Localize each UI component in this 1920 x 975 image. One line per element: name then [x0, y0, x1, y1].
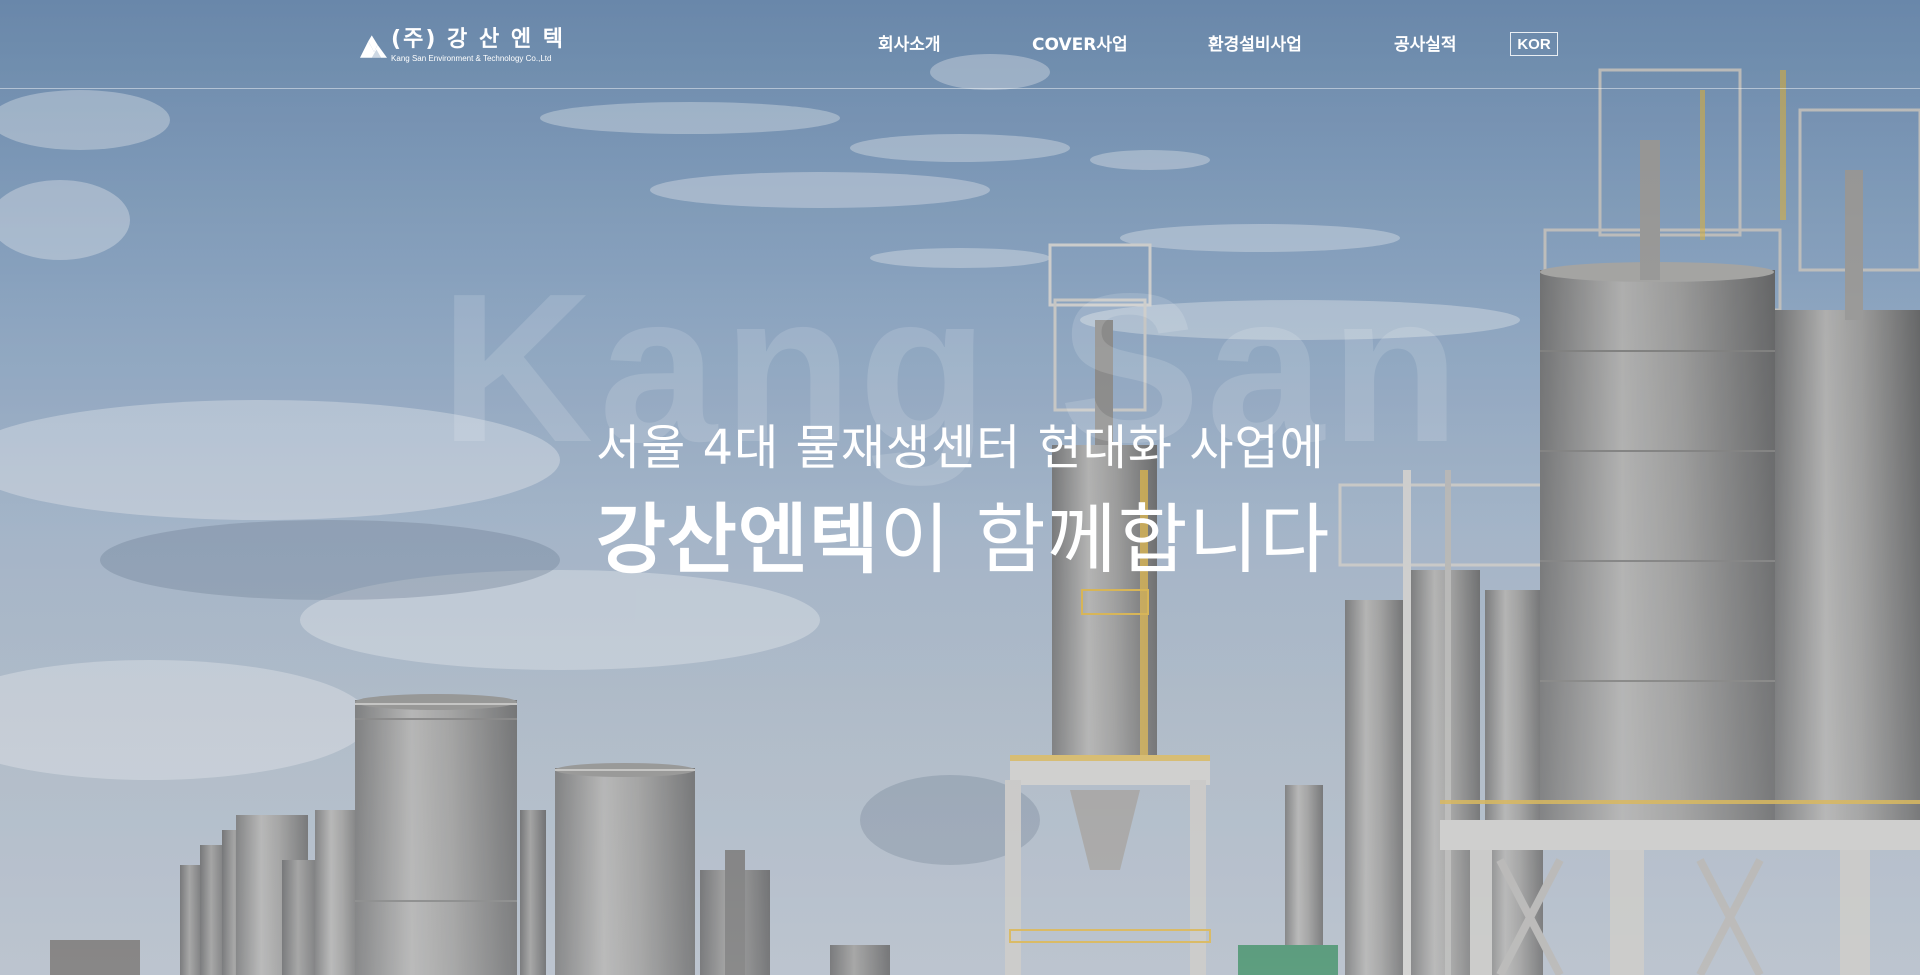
- main-nav: 회사소개 COVER사업 환경설비사업 공사실적: [0, 30, 1920, 60]
- language-selector[interactable]: KOR: [1510, 32, 1558, 56]
- nav-item-environment-equipment[interactable]: 환경설비사업: [1208, 30, 1302, 60]
- nav-item-company[interactable]: 회사소개: [878, 30, 941, 60]
- hero-page: (주) 강 산 엔 텍 Kang San Environment & Techn…: [0, 0, 1920, 975]
- site-header: (주) 강 산 엔 텍 Kang San Environment & Techn…: [0, 0, 1920, 89]
- nav-item-cover-business[interactable]: COVER사업: [1032, 30, 1128, 60]
- hero-subtitle: 서울 4대 물재생센터 현대화 사업에: [596, 420, 1325, 476]
- hero-title: 강산엔텍이 함께합니다: [596, 478, 1330, 588]
- hero-title-company: 강산엔텍: [596, 495, 880, 584]
- nav-item-construction-record[interactable]: 공사실적: [1394, 30, 1457, 60]
- hero-title-rest: 이 함께합니다: [879, 495, 1331, 584]
